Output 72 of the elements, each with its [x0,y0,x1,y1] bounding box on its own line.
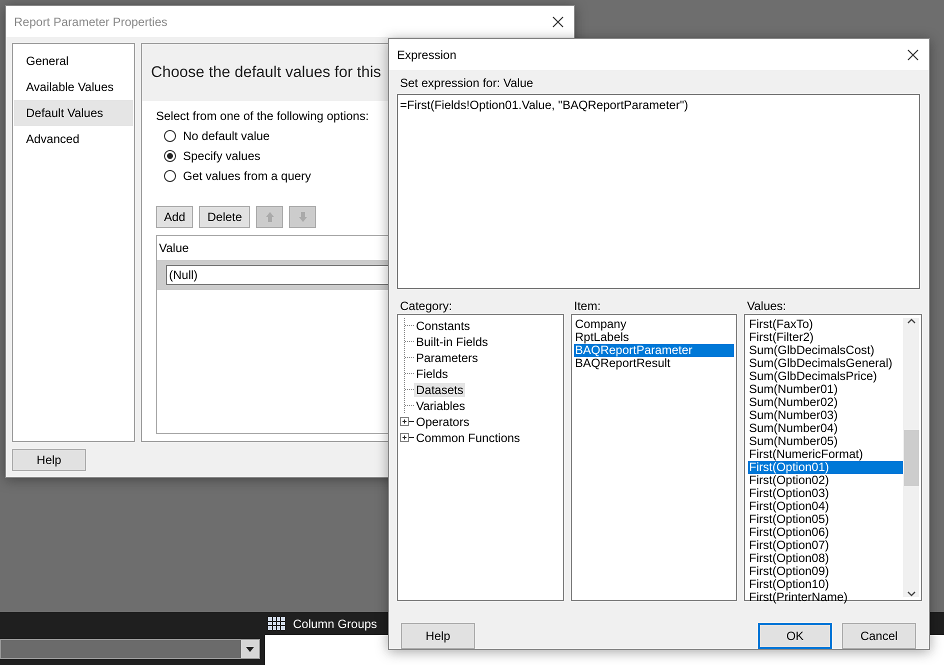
window-title: Report Parameter Properties [14,14,168,28]
list-item[interactable]: First(Option06) [748,526,903,539]
panel-heading: Choose the default values for this [151,64,382,82]
tree-item[interactable]: Variables [414,399,468,413]
column-header: Value [158,240,190,257]
radio-label[interactable]: No default value [183,129,270,143]
list-item[interactable]: Sum(GlbDecimalsCost) [748,344,903,357]
cancel-button[interactable]: Cancel [842,622,916,648]
tree-item[interactable]: Built-in Fields [414,335,490,349]
radio-label[interactable]: Specify values [183,149,260,163]
radio-button[interactable] [164,150,176,162]
list-item[interactable]: First(Option07) [748,539,903,552]
list-item[interactable]: First(PrinterName) [748,591,903,604]
list-item[interactable]: First(Option03) [748,487,903,500]
expression-label: Set expression for: Value [399,75,534,91]
scroll-down-icon[interactable] [906,591,916,597]
list-item[interactable]: BAQReportParameter [574,344,734,357]
list-item[interactable]: BAQReportResult [574,357,734,370]
radio-label[interactable]: Get values from a query [183,169,312,183]
list-item[interactable]: First(NumericFormat) [748,448,903,461]
list-item[interactable]: First(Option05) [748,513,903,526]
values-label: Values: [746,298,788,314]
list-item[interactable]: Company [574,318,734,331]
expression-field[interactable]: =First(Fields!Option01.Value, "BAQReportParameter") [397,94,920,289]
list-item[interactable]: Sum(Number04) [748,422,903,435]
list-item[interactable]: First(Option09) [748,565,903,578]
scrollbar[interactable] [903,318,919,597]
ok-button[interactable]: OK [758,622,832,648]
category-label: Category: [399,298,454,314]
tree-item[interactable]: Common Functions [414,431,522,445]
close-icon[interactable] [907,48,919,60]
list-item[interactable]: First(Option08) [748,552,903,565]
list-item[interactable]: Sum(GlbDecimalsGeneral) [748,357,903,370]
radio-button[interactable] [164,170,176,182]
list-item[interactable]: RptLabels [574,331,734,344]
close-icon[interactable] [552,16,564,28]
down-arrow-icon [298,211,308,223]
list-item[interactable]: First(Option10) [748,578,903,591]
scroll-thumb[interactable] [904,430,918,486]
radio-button[interactable] [164,130,176,142]
caret-icon[interactable] [246,646,254,652]
sidebar-item[interactable]: Advanced [14,126,133,152]
item-label: Item: [573,298,602,314]
sidebar-item[interactable]: General [14,48,133,74]
list-item[interactable]: Sum(Number01) [748,383,903,396]
tree-item[interactable]: Constants [414,319,472,333]
list-item[interactable]: Sum(Number02) [748,396,903,409]
dropdown-field[interactable] [0,639,260,659]
window-title: Expression [397,48,456,62]
tree-item[interactable]: Fields [414,367,450,381]
help-button[interactable]: Help [401,622,475,648]
tree-item[interactable]: Parameters [414,351,480,365]
list-item[interactable]: First(Option02) [748,474,903,487]
toolbar-button[interactable]: Add [156,206,194,228]
sidebar-item[interactable]: Default Values [14,100,133,126]
column-groups-label: Column Groups [293,616,378,630]
sidebar-item[interactable]: Available Values [14,74,133,100]
list-item[interactable]: First(Filter2) [748,331,903,344]
list-item[interactable]: First(FaxTo) [748,318,903,331]
scroll-up-icon[interactable] [906,318,916,324]
tree-item[interactable]: Datasets [414,383,466,397]
list-item[interactable]: Sum(GlbDecimalsPrice) [748,370,903,383]
up-arrow-icon [264,211,275,223]
list-item[interactable]: First(Option04) [748,500,903,513]
help-button[interactable]: Help [12,449,86,471]
list-item[interactable]: Sum(Number05) [748,435,903,448]
list-item[interactable]: Sum(Number03) [748,409,903,422]
tree-item[interactable]: Operators [414,415,472,429]
list-item[interactable]: First(Option01) [748,461,903,474]
grid-icon [268,617,285,630]
toolbar-button[interactable]: Delete [199,206,250,228]
options-label: Select from one of the following options: [156,109,370,123]
